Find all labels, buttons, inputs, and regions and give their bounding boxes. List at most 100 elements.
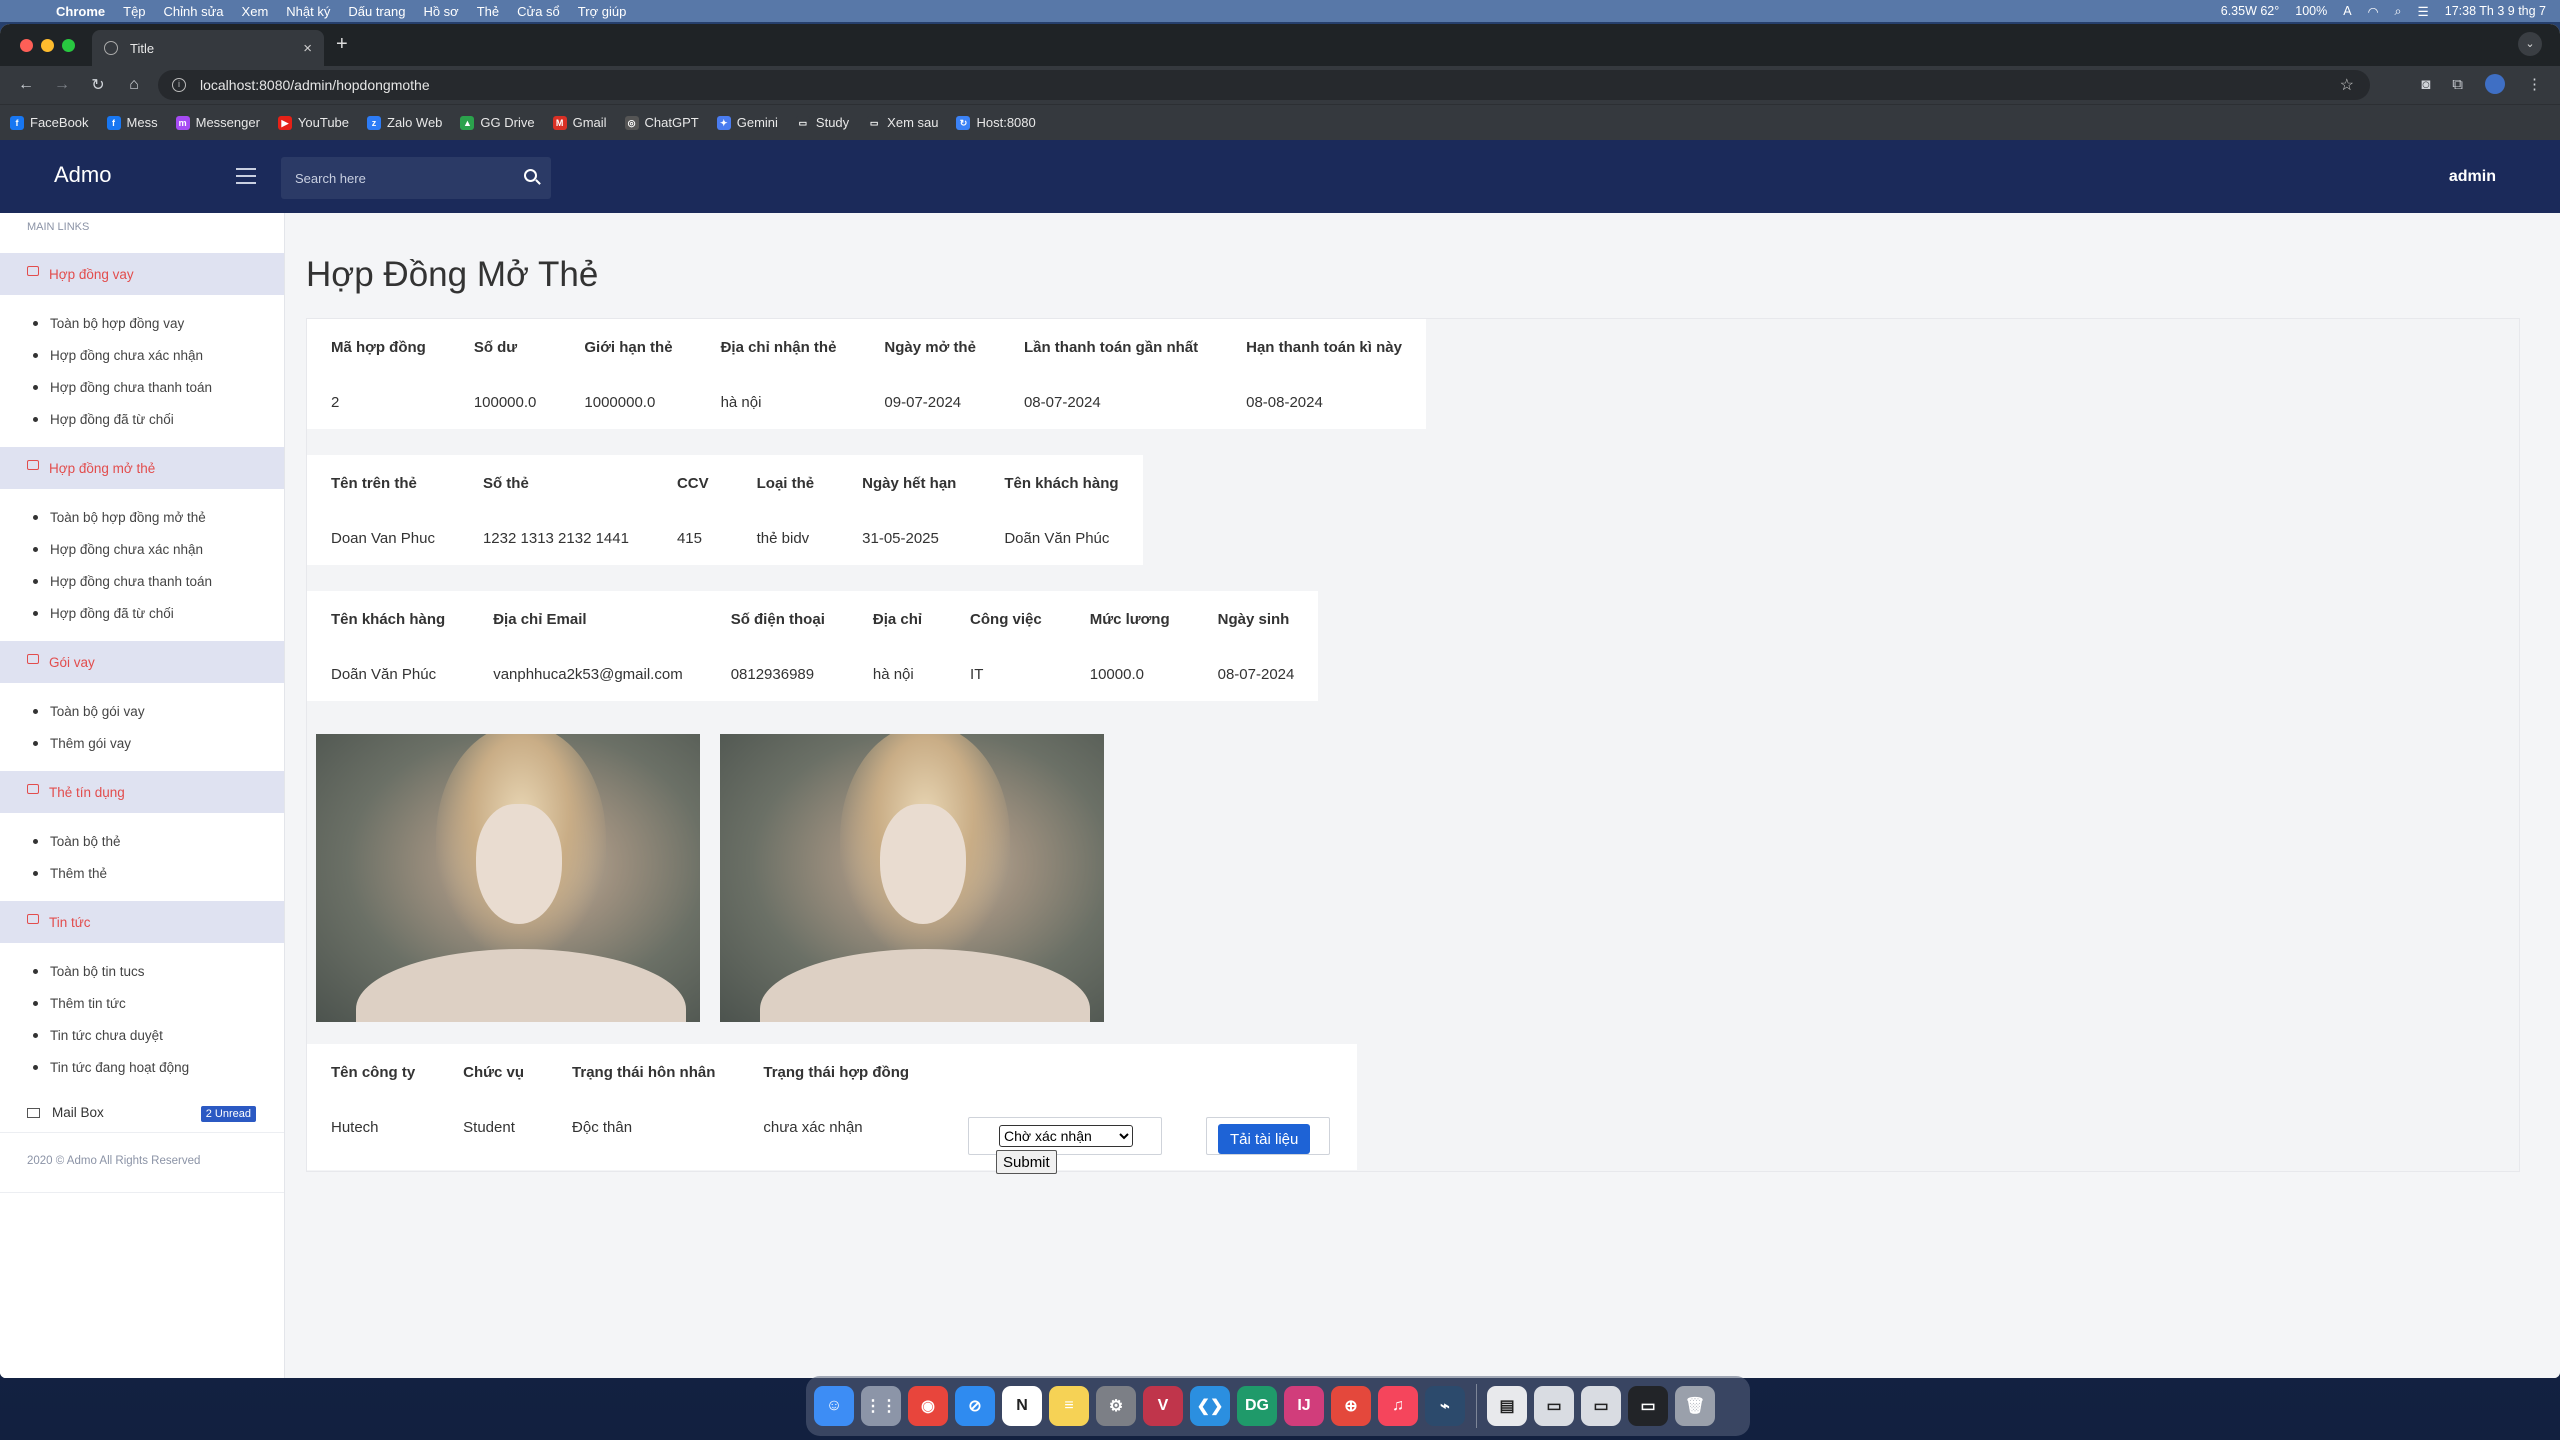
bookmark-item[interactable]: ▭ Xem sau — [867, 115, 938, 130]
battery-percent[interactable]: 100% — [2295, 4, 2327, 18]
submit-button[interactable]: Submit — [996, 1150, 1057, 1174]
sidebar-link[interactable]: Thêm tin tức — [0, 987, 284, 1019]
dock-notion-icon[interactable]: N — [1002, 1386, 1042, 1426]
extensions-icon[interactable]: ⧉ — [2452, 76, 2463, 93]
search-input[interactable] — [295, 170, 505, 186]
menubar-item[interactable]: Chỉnh sửa — [164, 4, 224, 19]
menubar-clock[interactable]: 17:38 Th 3 9 thg 7 — [2445, 4, 2546, 18]
user-menu[interactable]: admin — [2449, 168, 2496, 186]
close-window-button[interactable] — [20, 39, 33, 52]
dock-window-2-icon[interactable]: ▭ — [1581, 1386, 1621, 1426]
bookmark-item[interactable]: z Zalo Web — [367, 115, 442, 130]
dock-trash-icon[interactable]: 🗑 — [1675, 1386, 1715, 1426]
weather-widget[interactable]: 6.35W 62° — [2221, 4, 2280, 18]
menubar-item[interactable]: Trợ giúp — [578, 4, 627, 19]
sidebar-section-label: MAIN LINKS — [27, 221, 90, 233]
sidebar-link[interactable]: Hợp đồng đã từ chối — [0, 597, 284, 629]
address-bar[interactable]: i localhost:8080/admin/hopdongmothe ☆ — [158, 70, 2370, 100]
dock-window-1-icon[interactable]: ▭ — [1534, 1386, 1574, 1426]
bookmark-item[interactable]: ✦ Gemini — [716, 115, 778, 130]
camera-extension-icon[interactable]: ◙ — [2421, 76, 2430, 93]
menubar-item[interactable]: Hồ sơ — [423, 4, 458, 19]
dock-mysql-workbench-icon[interactable]: ⌁ — [1425, 1386, 1465, 1426]
dock-document-icon[interactable]: ▤ — [1487, 1386, 1527, 1426]
wifi-icon[interactable]: ◠ — [2368, 4, 2379, 19]
spotlight-icon[interactable]: ⌕ — [2395, 4, 2402, 19]
dock-intellij-icon[interactable]: IJ — [1284, 1386, 1324, 1426]
url-text[interactable]: localhost:8080/admin/hopdongmothe — [200, 77, 430, 93]
dock-notes-icon[interactable]: ≡ — [1049, 1386, 1089, 1426]
dock-window-3-icon[interactable]: ▭ — [1628, 1386, 1668, 1426]
sidebar-group-header[interactable]: Thẻ tín dụng — [0, 771, 284, 813]
sidebar-group-header[interactable]: Tin tức — [0, 901, 284, 943]
upload-document-button[interactable]: Tải tài liệu — [1218, 1124, 1311, 1154]
browser-tab[interactable]: Title × — [92, 30, 324, 66]
dock-safari-icon[interactable]: ⊘ — [955, 1386, 995, 1426]
dock-datagrip-icon[interactable]: DG — [1237, 1386, 1277, 1426]
sidebar-link[interactable]: Hợp đồng chưa thanh toán — [0, 371, 284, 403]
dock-settings-icon[interactable]: ⚙ — [1096, 1386, 1136, 1426]
dock-finder-icon[interactable]: ☺ — [814, 1386, 854, 1426]
browser-menu-icon[interactable]: ⋮ — [2527, 75, 2542, 93]
bookmark-item[interactable]: f Mess — [106, 115, 158, 130]
dock-vivaldi-icon[interactable]: V — [1143, 1386, 1183, 1426]
menubar-item[interactable]: Dấu trang — [348, 4, 405, 19]
sidebar-link[interactable]: Hợp đồng chưa xác nhận — [0, 533, 284, 565]
forward-icon[interactable]: → — [52, 76, 72, 94]
home-icon[interactable]: ⌂ — [124, 76, 144, 94]
input-source-indicator[interactable]: A — [2343, 4, 2351, 18]
bookmark-item[interactable]: ↻ Host:8080 — [956, 115, 1036, 130]
control-center-icon[interactable]: ☰ — [2418, 4, 2429, 19]
menubar-app-name[interactable]: Chrome — [56, 4, 105, 19]
dock-chrome-icon[interactable]: ◉ — [908, 1386, 948, 1426]
zoom-window-button[interactable] — [62, 39, 75, 52]
menubar-item[interactable]: Thẻ — [477, 4, 499, 19]
bookmark-item[interactable]: ▭ Study — [795, 115, 849, 130]
hamburger-menu-icon[interactable] — [236, 168, 256, 189]
menubar-item[interactable]: Cửa sổ — [517, 4, 560, 19]
bookmark-item[interactable]: M Gmail — [552, 115, 607, 130]
sidebar-link[interactable]: Hợp đồng chưa xác nhận — [0, 339, 284, 371]
sidebar-group-header[interactable]: Gói vay — [0, 641, 284, 683]
bookmark-star-icon[interactable]: ☆ — [2340, 75, 2354, 95]
close-tab-icon[interactable]: × — [303, 40, 312, 57]
bookmark-item[interactable]: ▲ GG Drive — [460, 115, 535, 130]
bookmark-item[interactable]: ◎ ChatGPT — [624, 115, 699, 130]
sidebar-link[interactable]: Hợp đồng đã từ chối — [0, 403, 284, 435]
search-icon[interactable] — [524, 169, 537, 182]
menubar-item[interactable]: Nhật ký — [286, 4, 330, 19]
dock-music-icon[interactable]: ♫ — [1378, 1386, 1418, 1426]
sidebar-link[interactable]: Thêm gói vay — [0, 727, 284, 759]
sidebar-link[interactable]: Toàn bộ hợp đồng mở thẻ — [0, 501, 284, 533]
bookmark-item[interactable]: ▶ YouTube — [277, 115, 349, 130]
bookmark-item[interactable]: f FaceBook — [10, 115, 89, 130]
dock-thermometer-icon[interactable]: ⊕ — [1331, 1386, 1371, 1426]
sidebar-group-header[interactable]: Hợp đồng mở thẻ — [0, 447, 284, 489]
mailbox-link[interactable]: Mail Box 2 Unread — [0, 1093, 284, 1133]
status-select[interactable]: Chờ xác nhận — [999, 1125, 1133, 1147]
sidebar-link[interactable]: Toàn bộ gói vay — [0, 695, 284, 727]
new-tab-icon[interactable]: + — [336, 33, 348, 56]
profile-avatar[interactable] — [2485, 74, 2505, 94]
dock-vscode-icon[interactable]: ❮❯ — [1190, 1386, 1230, 1426]
tab-search-icon[interactable]: ⌄ — [2518, 32, 2542, 56]
sidebar-link[interactable]: Hợp đồng chưa thanh toán — [0, 565, 284, 597]
sidebar-link[interactable]: Tin tức chưa duyệt — [0, 1019, 284, 1051]
bookmark-item[interactable]: m Messenger — [175, 115, 260, 130]
sidebar-link[interactable]: Tin tức đang hoạt động — [0, 1051, 284, 1083]
dock-launchpad-icon[interactable]: ⋮⋮ — [861, 1386, 901, 1426]
sidebar-link[interactable]: Toàn bộ hợp đồng vay — [0, 307, 284, 339]
menubar-item[interactable]: Tệp — [123, 4, 145, 19]
reload-icon[interactable]: ↻ — [88, 75, 108, 95]
table-cell: chưa xác nhận — [763, 1118, 863, 1136]
sidebar-link[interactable]: Toàn bộ tin tucs — [0, 955, 284, 987]
sidebar-link[interactable]: Thêm thẻ — [0, 857, 284, 889]
back-icon[interactable]: ← — [16, 76, 36, 94]
sidebar: MAIN LINKS Hợp đồng vay Toàn bộ hợp đồng … — [0, 213, 285, 1378]
brand-logo[interactable]: Admo — [54, 162, 111, 188]
site-info-icon[interactable]: i — [172, 78, 186, 92]
menubar-item[interactable]: Xem — [242, 4, 269, 19]
sidebar-group-header[interactable]: Hợp đồng vay — [0, 253, 284, 295]
sidebar-link[interactable]: Toàn bộ thẻ — [0, 825, 284, 857]
minimize-window-button[interactable] — [41, 39, 54, 52]
